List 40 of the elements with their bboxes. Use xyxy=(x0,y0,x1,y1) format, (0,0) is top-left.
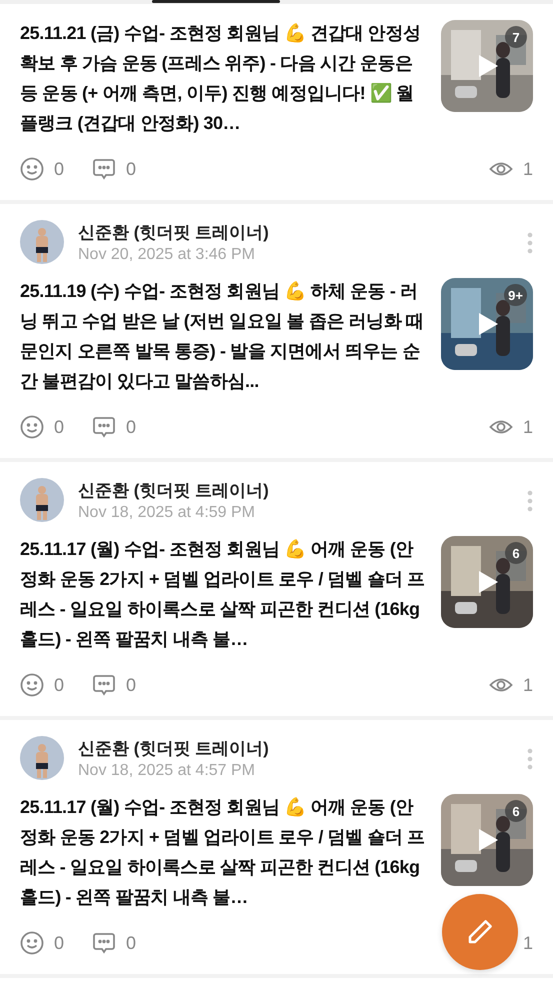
post-text[interactable]: 25.11.17 (월) 수업- 조현정 회원님 💪 어깨 운동 (안정화 운동 2가지 + 덤벨 업라이트 로우 / 덤벨 숄더 프레스 - 일요일 하이록스로 살짝 피곤한 컨디션 (16kg 홀드) - 왼쪽 팔꿈치 내측 불… xyxy=(20,792,425,912)
reaction-count: 0 xyxy=(54,158,64,180)
reaction-count: 0 xyxy=(54,416,64,438)
reaction-count: 0 xyxy=(54,932,64,954)
view-count: 1 xyxy=(522,158,533,180)
post-time: Nov 18, 2025 at 4:57 PM xyxy=(78,762,256,780)
eye-icon xyxy=(488,160,513,178)
smiley-icon[interactable] xyxy=(20,673,44,697)
avatar xyxy=(20,220,64,264)
comment-icon[interactable] xyxy=(92,673,116,697)
reaction-count: 0 xyxy=(54,674,64,696)
comment-count: 0 xyxy=(126,158,136,180)
smiley-icon[interactable] xyxy=(20,157,44,181)
smiley-icon[interactable] xyxy=(20,415,44,439)
video-thumbnail[interactable]: 6 xyxy=(441,536,533,628)
eye-icon xyxy=(488,676,513,694)
video-thumbnail[interactable]: 6 xyxy=(441,794,533,886)
view-count: 1 xyxy=(522,416,533,438)
view-count: 1 xyxy=(522,932,533,954)
video-thumbnail[interactable]: 9+ xyxy=(441,278,533,370)
avatar xyxy=(20,736,64,780)
comment-count: 0 xyxy=(126,416,136,438)
eye-icon xyxy=(488,418,513,436)
post-time: Nov 18, 2025 at 4:59 PM xyxy=(78,504,256,522)
comment-count: 0 xyxy=(126,932,136,954)
author-name: 신준환 (힛더핏 트레이너) xyxy=(78,480,269,502)
post-text[interactable]: 25.11.17 (월) 수업- 조현정 회원님 💪 어깨 운동 (안정화 운동 2가지 + 덤벨 업라이트 로우 / 덤벨 숄더 프레스 - 일요일 하이록스로 살짝 피곤한 컨디션 (16kg 홀드) - 왼쪽 팔꿈치 내측 불… xyxy=(20,534,425,654)
video-thumbnail[interactable]: 7 xyxy=(441,20,533,112)
post-text[interactable]: 25.11.21 (금) 수업- 조현정 회원님 💪 견갑대 안정성 확보 후 가슴 운동 (프레스 위주) - 다음 시간 운동은 등 운동 (+ 어깨 측면, 이두) 진행 예정입니다! ✅ 월 플랭크 (견갑대 안정화) 30… xyxy=(20,18,425,138)
comment-icon[interactable] xyxy=(92,157,116,181)
smiley-icon[interactable] xyxy=(20,931,44,955)
comment-icon[interactable] xyxy=(92,931,116,955)
comment-count: 0 xyxy=(126,674,136,696)
post-text[interactable]: 25.11.19 (수) 수업- 조현정 회원님 💪 하체 운동 - 러닝 뛰고 수업 받은 날 (저번 일요일 볼 좁은 러닝화 때문인지 오른쪽 발목 통증) - 발을 지면에서 띄우는 순간 불편감이 있다고 말씀하심... xyxy=(20,276,425,396)
author-name: 신준환 (힛더핏 트레이너) xyxy=(78,222,269,244)
view-count: 1 xyxy=(522,674,533,696)
comment-icon[interactable] xyxy=(92,415,116,439)
author-name: 신준환 (힛더핏 트레이너) xyxy=(78,738,269,760)
post-time: Nov 20, 2025 at 3:46 PM xyxy=(78,246,256,264)
avatar xyxy=(20,478,64,522)
